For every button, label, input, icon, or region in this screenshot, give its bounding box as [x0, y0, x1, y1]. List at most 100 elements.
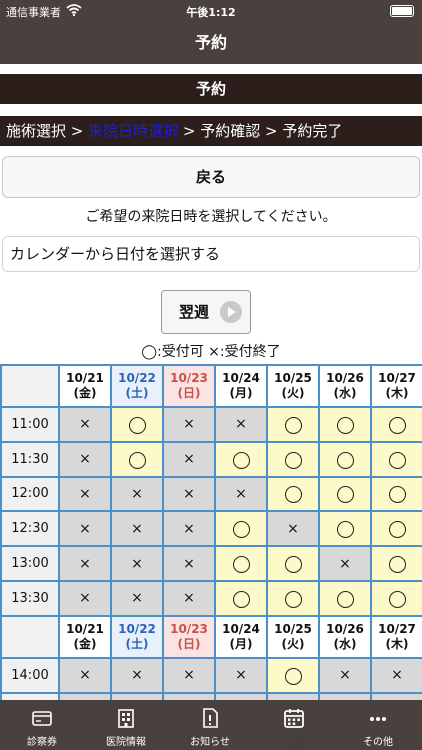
time-label: 14:30: [0, 691, 60, 700]
tab-clinic-info[interactable]: 医院情報: [84, 700, 168, 750]
date-header: 10/24 (月): [214, 614, 268, 659]
available-circle-icon: [232, 556, 250, 574]
available-circle-icon: [388, 590, 406, 608]
slot-available[interactable]: [214, 579, 268, 617]
slot-closed: ×: [58, 406, 112, 443]
date-label: 10/23: [170, 621, 208, 636]
step-datetime-select: 来院日時選択: [88, 122, 179, 140]
weekday-label: (土): [125, 386, 149, 400]
date-label: 10/27: [378, 621, 416, 636]
slot-available[interactable]: [318, 406, 372, 443]
slot-available[interactable]: [370, 475, 422, 513]
time-slot-row: 12:00 × × × ×: [0, 475, 422, 513]
available-circle-icon: [336, 521, 354, 539]
tab-patient-card[interactable]: 診察券: [0, 700, 84, 750]
date-header-row: 10/21 (金) 10/22 (土) 10/23 (日) 10/24 (月) 10/25 (火)…: [0, 364, 422, 408]
slot-available[interactable]: [214, 510, 268, 548]
more-icon: [370, 717, 386, 721]
slot-available[interactable]: [370, 440, 422, 478]
slot-available[interactable]: [214, 545, 268, 582]
tab-label: 医院情報: [106, 737, 146, 748]
available-circle-icon: [336, 590, 354, 608]
header-corner: [0, 364, 60, 408]
weekday-label: (木): [385, 386, 409, 400]
slot-available[interactable]: [110, 440, 164, 478]
slot-closed: ×: [318, 691, 372, 700]
slot-available[interactable]: [370, 579, 422, 617]
available-circle-icon: [388, 416, 406, 434]
available-circle-icon: [388, 486, 406, 504]
available-circle-icon: [232, 451, 250, 469]
date-header: 10/21 (金): [58, 364, 112, 408]
date-header-row: 10/21 (金) 10/22 (土) 10/23 (日) 10/24 (月) 10/25 (火)…: [0, 614, 422, 659]
date-label: 10/22: [118, 621, 156, 636]
calendar-date-picker[interactable]: カレンダーから日付を選択する: [2, 236, 420, 272]
date-label: 10/21: [66, 621, 104, 636]
header-corner: [0, 614, 60, 659]
slot-available[interactable]: [266, 475, 320, 513]
slot-closed: ×: [162, 510, 216, 548]
weekday-label: (月): [229, 636, 253, 651]
slot-available[interactable]: [370, 545, 422, 582]
available-circle-icon: [284, 416, 302, 434]
time-slot-row: 11:30 × ×: [0, 440, 422, 478]
date-label: 10/22: [118, 371, 156, 385]
available-circle-icon: [128, 451, 146, 469]
step-separator: >: [66, 122, 89, 140]
slot-closed: ×: [110, 656, 164, 694]
date-header: 10/27 (木): [370, 364, 422, 408]
weekday-label: (火): [281, 636, 305, 651]
tab-label: 予約: [284, 737, 304, 748]
slot-available[interactable]: [318, 440, 372, 478]
battery-icon: [390, 5, 414, 17]
tab-reservation[interactable]: 予約: [252, 700, 336, 750]
slot-available[interactable]: [370, 510, 422, 548]
time-label: 14:00: [0, 656, 60, 694]
slot-available[interactable]: [266, 656, 320, 694]
slot-available[interactable]: [266, 579, 320, 617]
time-label: 11:30: [0, 440, 60, 478]
step-confirm: 予約確認: [200, 122, 261, 140]
time-label: 13:00: [0, 545, 60, 582]
weekday-label: (水): [333, 636, 357, 651]
time-slot-row: 13:30 × × ×: [0, 579, 422, 617]
tab-notices[interactable]: お知らせ: [168, 700, 252, 750]
slot-closed: ×: [58, 691, 112, 700]
weekday-label: (日): [177, 386, 201, 400]
date-label: 10/27: [378, 371, 416, 385]
date-header: 10/22 (土): [110, 364, 164, 408]
date-header: 10/25 (火): [266, 364, 320, 408]
calendar-icon: [284, 709, 304, 728]
time-slot-row: 11:00 × × ×: [0, 406, 422, 443]
slot-available[interactable]: [318, 475, 372, 513]
notice-icon: [203, 708, 218, 728]
slot-available[interactable]: [110, 406, 164, 443]
available-circle-icon: [284, 667, 302, 685]
date-header: 10/22 (土): [110, 614, 164, 659]
slot-closed: ×: [318, 545, 372, 582]
slot-available[interactable]: [214, 440, 268, 478]
slot-available[interactable]: [266, 406, 320, 443]
slot-available[interactable]: [266, 545, 320, 582]
back-button[interactable]: 戻る: [2, 156, 420, 198]
available-circle-icon: [232, 590, 250, 608]
tab-bar: 診察券 医院情報 お知らせ 予約 その他: [0, 700, 422, 750]
slot-closed: ×: [110, 691, 164, 700]
slot-available[interactable]: [318, 579, 372, 617]
next-week-button[interactable]: 翌週: [161, 290, 251, 334]
slot-available[interactable]: [318, 510, 372, 548]
weekday-label: (水): [333, 386, 357, 400]
tab-more[interactable]: その他: [336, 700, 420, 750]
slot-closed: ×: [162, 440, 216, 478]
weekday-label: (月): [229, 386, 253, 400]
available-circle-icon: [284, 451, 302, 469]
slot-available[interactable]: [266, 440, 320, 478]
step-treatment-select: 施術選択: [6, 122, 67, 140]
date-label: 10/21: [66, 371, 104, 385]
slot-closed: ×: [110, 510, 164, 548]
slot-available[interactable]: [370, 406, 422, 443]
tab-label: 診察券: [27, 737, 57, 748]
date-header: 10/23 (日): [162, 614, 216, 659]
date-header: 10/25 (火): [266, 614, 320, 659]
available-circle-icon: [336, 451, 354, 469]
